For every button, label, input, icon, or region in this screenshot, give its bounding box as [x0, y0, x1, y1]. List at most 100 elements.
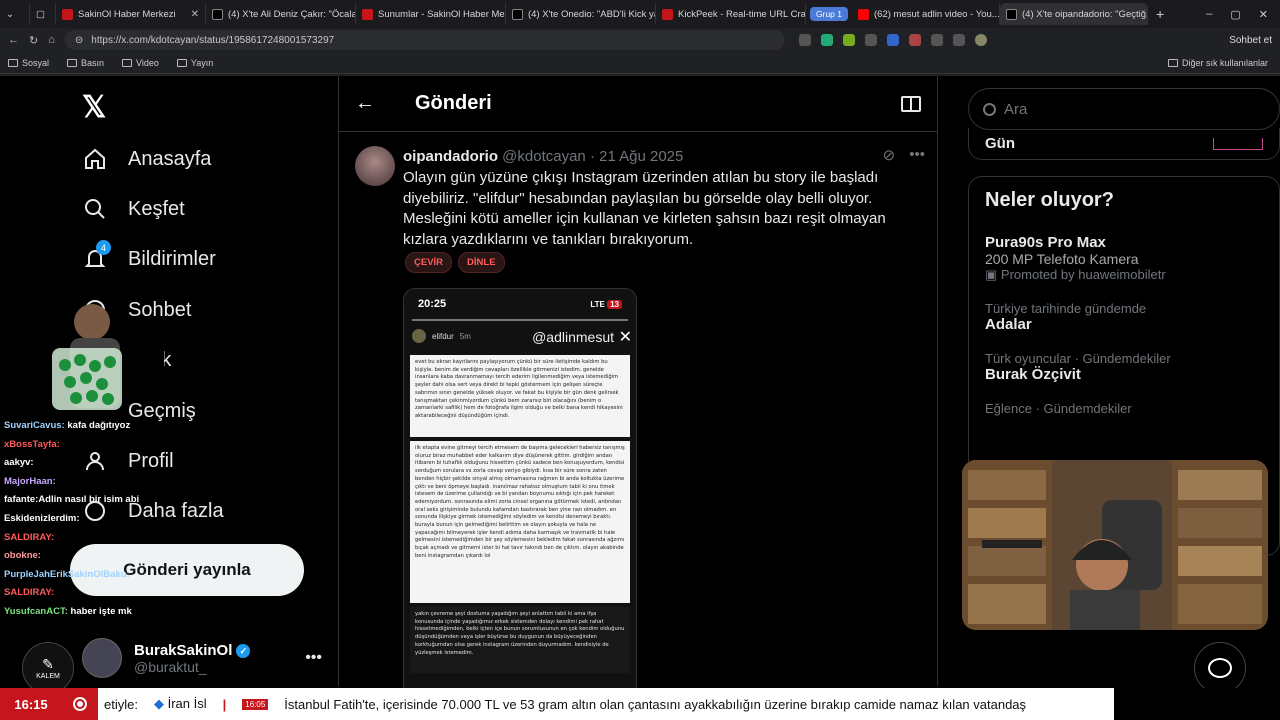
post-avatar[interactable] — [355, 146, 395, 186]
bookmark-yayin[interactable]: Yayın — [176, 58, 213, 68]
more-dots-icon[interactable]: ••• — [305, 649, 322, 667]
chat-user: SALDIRAY: — [4, 531, 55, 543]
x-logo-icon[interactable]: 𝕏 — [82, 90, 106, 125]
more-dots-icon[interactable]: ••• — [909, 146, 925, 164]
minimize-icon[interactable]: – — [1206, 8, 1212, 21]
trend-item[interactable]: Türkiye tarihinde gündemde Adalar — [985, 301, 1263, 333]
pen-icon: ✎ — [42, 656, 54, 672]
tab-group-chip[interactable]: Grup 1 — [810, 7, 848, 21]
maximize-icon[interactable]: ▢ — [1230, 8, 1240, 21]
bookmark-sosyal[interactable]: Sosyal — [8, 58, 49, 68]
extension-icon[interactable] — [930, 34, 943, 46]
site-info-icon[interactable]: ⊝ — [75, 35, 83, 46]
nav-notifications[interactable]: 4 Bildirimler — [82, 240, 216, 272]
close-window-icon[interactable]: ✕ — [1259, 8, 1268, 21]
chat-message: MajorHaan: — [4, 473, 164, 492]
chat-text: haber işte mk — [70, 605, 132, 617]
trend-category: Türkiye tarihinde gündemde — [985, 301, 1147, 316]
account-switcher[interactable]: BurakSakinOl ✓ @buraktut_ ••• — [82, 638, 322, 678]
story-screenshot-image[interactable]: 20:25 LTE 13 elifdur 5m @adlinmesut ✕ ev… — [403, 288, 637, 698]
battery-level: 13 — [607, 299, 622, 309]
workspaces-icon[interactable]: ▢ — [30, 3, 56, 25]
bookmark-video[interactable]: Video — [122, 58, 159, 68]
chat-fab-button[interactable] — [1194, 642, 1246, 694]
new-tab-icon[interactable]: + — [1148, 6, 1164, 22]
post-meta: oipandadorio @kdotcayan · 21 Ağu 2025 — [403, 148, 683, 165]
tab-menu-icon[interactable]: ⌄ — [0, 3, 30, 25]
other-bookmarks[interactable]: Diğer sık kullanılanlar — [1167, 58, 1280, 68]
ticker-end-block — [1114, 688, 1280, 720]
chat-user: YusufcanACT: — [4, 605, 68, 617]
tab-label: (4) X'te oipandadorio: "Geçtiğ... — [1022, 8, 1148, 20]
chat-message: YusufcanACT: haber işte mk — [4, 603, 164, 622]
listen-chip[interactable]: DİNLE — [458, 252, 505, 273]
back-arrow-icon[interactable]: ← — [355, 92, 377, 115]
trend-item[interactable]: Türk oyuncular · Gündemdekiler Burak Özç… — [985, 351, 1263, 383]
copilot-chat-button[interactable]: Sohbet et — [1229, 35, 1272, 46]
reader-mode-icon[interactable] — [901, 95, 921, 112]
tab-label: SakinOl Haber Merkezi — [78, 8, 176, 20]
chat-user: SALDIRAY: — [4, 587, 55, 599]
kalem-label: KALEM — [36, 673, 60, 680]
close-tab-icon[interactable]: ✕ — [187, 9, 199, 20]
tab-sunumlar[interactable]: Sunumlar - SakinOl Haber Merke...✕ — [356, 3, 506, 25]
nav-explore[interactable]: Keşfet — [82, 196, 185, 222]
ticker-mini-time: 16:05 — [242, 698, 269, 710]
bookmark-basin[interactable]: Basın — [67, 58, 104, 68]
story-header: elifdur 5m @adlinmesut ✕ — [404, 321, 636, 351]
chat-user: MajorHaan: — [4, 475, 56, 487]
tab-ali-deniz[interactable]: (4) X'te Ali Deniz Çakır: "Öcalan...✕ — [206, 3, 356, 25]
account-handle: @buraktut_ — [134, 658, 207, 675]
tab-favicon-icon — [62, 8, 73, 20]
x-favicon-icon — [512, 8, 523, 20]
ticker-time: 16:15 — [0, 688, 62, 720]
trend-item[interactable]: Pura90s Pro Max 200 MP Telefoto Kamera ▣… — [985, 234, 1263, 283]
account-name: BurakSakinOl — [134, 641, 233, 659]
nav-home[interactable]: Anasayfa — [82, 146, 211, 172]
chat-message: SuvariCavus: kafa dağıtıyoz — [4, 417, 164, 436]
back-icon[interactable]: ← — [8, 34, 19, 46]
search-placeholder: Ara — [1004, 100, 1028, 118]
post-header: ← Gönderi — [339, 76, 937, 132]
translate-chip[interactable]: ÇEVİR — [405, 252, 453, 273]
tab-oipandadorio[interactable]: (4) X'te oipandadorio: "Geçtiğ...✕ — [1000, 3, 1148, 25]
home-icon[interactable]: ⌂ — [48, 34, 55, 46]
post-author-name[interactable]: oipandadorio — [403, 148, 498, 165]
story-paragraph-2: ilk etapta evine gitmeyi tercih etmesem … — [410, 441, 630, 603]
grok-explain-icon[interactable]: ⊘ — [883, 146, 896, 164]
stream-chat: SuvariCavus: kafa dağıtıyoz xBossTayfa: … — [4, 417, 164, 622]
post-handle-date[interactable]: @kdotcayan · 21 Ağu 2025 — [502, 148, 683, 165]
extension-icon[interactable] — [886, 34, 899, 46]
browser-chrome: ⌄ ▢ SakinOl Haber Merkezi ✕ (4) X'te Ali … — [0, 0, 1280, 76]
extension-icon[interactable] — [820, 34, 833, 46]
address-bar-row: ← ↻ ⌂ ⊝ https://x.com/kdotcayan/status/19… — [0, 28, 1280, 52]
trend-item[interactable]: Eğlence · Gündemdekiler — [985, 401, 1263, 416]
trend-category: Eğlence · Gündemdekiler — [985, 401, 1132, 416]
chat-user: fafante: — [4, 494, 39, 506]
extension-icon[interactable] — [842, 34, 855, 46]
chat-message: aakyv: — [4, 454, 164, 473]
streamer-overlay-image — [52, 304, 122, 410]
extension-icon[interactable] — [798, 34, 811, 46]
tab-youtube[interactable]: (62) mesut adlin video - You...✕ — [852, 3, 1000, 25]
tab-onedio[interactable]: (4) X'te Onedio: "ABD'li Kick ya...✕ — [506, 3, 656, 25]
tab-sakinol-haber[interactable]: SakinOl Haber Merkezi ✕ — [56, 3, 206, 25]
search-input[interactable]: Ara — [968, 88, 1280, 130]
extension-icon[interactable] — [908, 34, 921, 46]
reload-icon[interactable]: ↻ — [29, 34, 38, 47]
page-title: Gönderi — [415, 92, 492, 114]
trends-title: Neler oluyor? — [985, 189, 1114, 211]
chat-text: Adlin nasıl bir isim abi — [38, 494, 140, 506]
trend-promo: ▣ Promoted by huaweimobiletr — [985, 267, 1166, 282]
extension-icon[interactable] — [864, 34, 877, 46]
nav-label: Bildirimler — [128, 247, 216, 270]
tab-kickpeek[interactable]: KickPeek - Real-time URL Crawl...✕ — [656, 3, 806, 25]
tab-label: Sunumlar - SakinOl Haber Merke... — [378, 8, 505, 20]
extension-icon[interactable] — [952, 34, 965, 46]
kalem-button[interactable]: ✎ KALEM — [22, 642, 74, 694]
ticker-headline-1: ◆ İran İsl — [153, 696, 207, 711]
tab-label: (4) X'te Ali Deniz Çakır: "Öcalan... — [228, 8, 356, 20]
url-field[interactable]: ⊝ https://x.com/kdotcayan/status/19586172… — [64, 30, 785, 50]
profile-avatar[interactable] — [974, 34, 987, 46]
chat-message: fafante:Adlin nasıl bir isim abi — [4, 491, 164, 510]
